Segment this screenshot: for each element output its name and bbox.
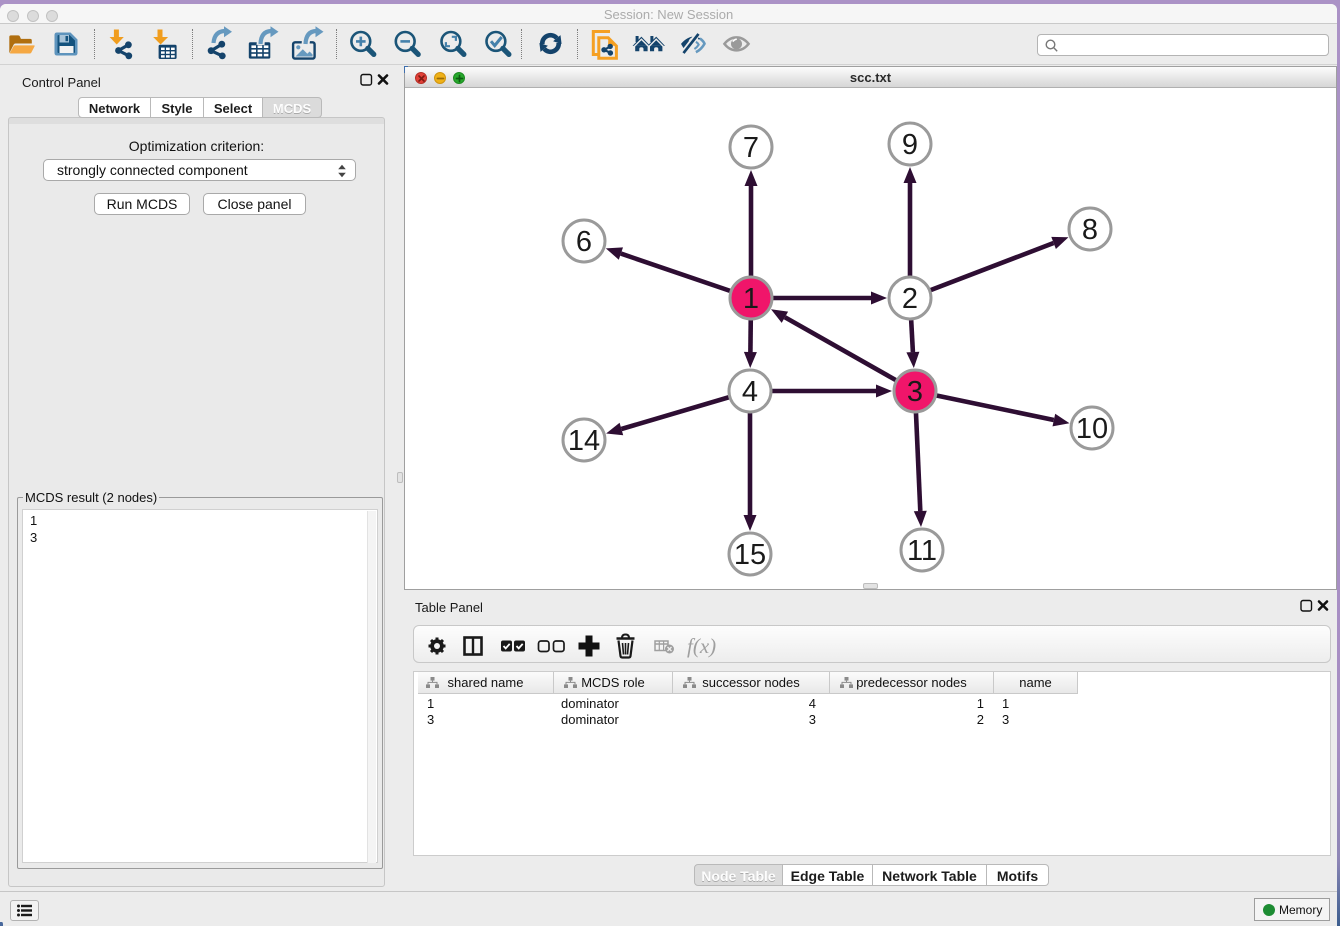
svg-text:1: 1 bbox=[743, 283, 759, 315]
svg-text:8: 8 bbox=[1082, 214, 1098, 246]
svg-text:9: 9 bbox=[902, 129, 918, 161]
svg-text:14: 14 bbox=[568, 425, 600, 457]
svg-text:10: 10 bbox=[1076, 413, 1108, 445]
svg-text:3: 3 bbox=[907, 376, 923, 408]
svg-text:4: 4 bbox=[742, 376, 758, 408]
svg-text:7: 7 bbox=[743, 132, 759, 164]
svg-text:2: 2 bbox=[902, 283, 918, 315]
svg-text:15: 15 bbox=[734, 539, 766, 571]
svg-text:6: 6 bbox=[576, 226, 592, 258]
svg-text:11: 11 bbox=[907, 535, 937, 567]
svg-text:f(x): f(x) bbox=[687, 634, 716, 658]
